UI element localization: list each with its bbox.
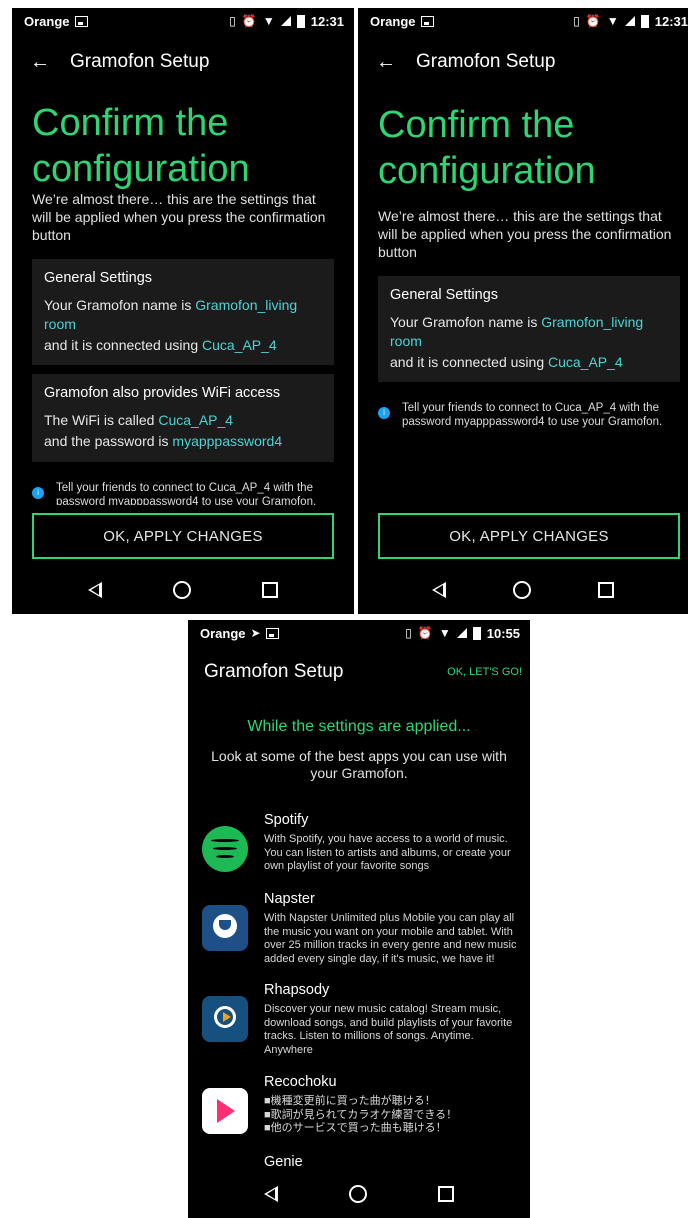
intro-text: We’re almost there… this are the setting… — [32, 191, 326, 243]
clock: 12:31 — [310, 13, 344, 29]
info-icon: i — [32, 487, 44, 499]
rhapsody-icon — [202, 996, 248, 1042]
app-name: Spotify — [264, 812, 309, 828]
settings-applied-message: While the settings are applied... — [247, 718, 471, 735]
wifi-access-card: Gramofon also provides WiFi access The W… — [32, 374, 334, 462]
app-item-spotify[interactable]: Spotify With Spotify, you have access to… — [188, 812, 530, 874]
apply-changes-button[interactable]: OK, APPLY CHANGES — [32, 513, 334, 559]
app-description: ■機種変更前に買った曲が聴ける！ ■歌詞が見られてカラオケ練習できる！ ■他のサ… — [264, 1095, 458, 1134]
vibrate-icon: ▯ — [229, 14, 236, 28]
status-bar: Orange ▯ ⏰ ▼ 12:31 — [12, 8, 354, 34]
intro-text: We’re almost there… this are the setting… — [378, 208, 672, 260]
app-title: Gramofon Setup — [204, 661, 344, 682]
napster-icon — [202, 905, 248, 951]
triangle-back-icon[interactable] — [87, 582, 102, 598]
battery-icon — [472, 626, 481, 640]
app-description: With Spotify, you have access to a world… — [264, 833, 511, 872]
app-item-recochoku[interactable]: Recochoku ■機種変更前に買った曲が聴ける！ ■歌詞が見られてカラオケ練… — [188, 1074, 530, 1136]
wifi-icon: ▼ — [262, 14, 275, 28]
carrier-label: Orange — [370, 13, 416, 29]
nav-bar — [188, 1170, 530, 1218]
tell-friends-note: i Tell your friends to connect to Cuca_A… — [378, 401, 678, 429]
square-recent-icon[interactable] — [438, 1186, 455, 1202]
status-bar: Orange ▯ ⏰ ▼ 12:31 — [358, 8, 688, 34]
circle-home-icon[interactable] — [172, 581, 191, 599]
arrow-left-icon[interactable]: ← — [376, 51, 398, 74]
lets-go-button[interactable]: OK, LET'S GO! — [447, 666, 522, 678]
nav-bar — [358, 566, 688, 614]
battery-icon — [640, 14, 649, 28]
triangle-back-icon[interactable] — [263, 1186, 278, 1202]
screen-apps: Orange ➤ ▯ ⏰ ▼ 10:55 Gramofon Setup OK, … — [188, 620, 530, 1218]
app-description: With Napster Unlimited plus Mobile you c… — [264, 912, 517, 965]
card-heading: Gramofon also provides WiFi access — [44, 385, 281, 401]
location-icon: ➤ — [250, 626, 261, 640]
battery-icon — [296, 14, 305, 28]
recochoku-icon — [202, 1088, 248, 1134]
alarm-icon: ⏰ — [417, 626, 433, 640]
image-notification-icon — [420, 15, 434, 27]
image-notification-icon — [265, 627, 279, 639]
page-title: Confirm the configuration — [32, 102, 250, 190]
status-bar: Orange ➤ ▯ ⏰ ▼ 10:55 — [188, 620, 530, 646]
app-name: Napster — [264, 891, 315, 907]
alarm-icon: ⏰ — [585, 14, 601, 28]
card-heading: General Settings — [390, 287, 499, 303]
tell-friends-note: i Tell your friends to connect to Cuca_A… — [32, 481, 332, 505]
circle-home-icon[interactable] — [512, 581, 531, 599]
app-description: Discover your new music catalog! Stream … — [264, 1003, 513, 1056]
network-value: Cuca_AP_4 — [548, 354, 623, 370]
signal-icon — [624, 16, 635, 26]
spotify-icon — [202, 826, 248, 872]
app-name: Genie — [264, 1154, 303, 1170]
signal-icon — [280, 16, 291, 26]
image-notification-icon — [74, 15, 88, 27]
alarm-icon: ⏰ — [241, 14, 257, 28]
carrier-label: Orange — [24, 13, 70, 29]
carrier-label: Orange — [200, 625, 246, 641]
nav-bar — [12, 566, 354, 614]
network-value: Cuca_AP_4 — [202, 337, 277, 353]
square-recent-icon[interactable] — [598, 582, 615, 598]
square-recent-icon[interactable] — [262, 582, 279, 598]
arrow-left-icon[interactable]: ← — [30, 51, 52, 74]
clock: 10:55 — [486, 625, 520, 641]
general-settings-card: General Settings Your Gramofon name is G… — [32, 259, 334, 365]
app-title: Gramofon Setup — [70, 51, 210, 72]
app-title: Gramofon Setup — [416, 51, 556, 72]
app-name: Recochoku — [264, 1074, 337, 1090]
triangle-back-icon[interactable] — [431, 582, 446, 598]
screen-confirm-scrolled: Orange ▯ ⏰ ▼ 12:31 ← Gramofon Setup Conf… — [12, 8, 354, 614]
vibrate-icon: ▯ — [573, 14, 580, 28]
wifi-icon: ▼ — [606, 14, 619, 28]
screen-confirm: Orange ▯ ⏰ ▼ 12:31 ← Gramofon Setup Conf… — [358, 8, 688, 614]
app-name: Rhapsody — [264, 982, 330, 998]
app-item-rhapsody[interactable]: Rhapsody Discover your new music catalog… — [188, 982, 530, 1057]
card-heading: General Settings — [44, 270, 153, 286]
general-settings-card: General Settings Your Gramofon name is G… — [378, 276, 680, 382]
apps-intro-text: Look at some of the best apps you can us… — [211, 748, 507, 781]
wifi-icon: ▼ — [438, 626, 451, 640]
clock: 12:31 — [654, 13, 688, 29]
vibrate-icon: ▯ — [405, 626, 412, 640]
app-bar: ← Gramofon Setup — [12, 42, 354, 82]
info-icon: i — [378, 407, 390, 419]
app-bar: ← Gramofon Setup — [358, 42, 688, 82]
apply-changes-button[interactable]: OK, APPLY CHANGES — [378, 513, 680, 559]
page-title: Confirm the configuration — [378, 104, 596, 192]
wifi-password-value: myapppassword4 — [172, 433, 283, 449]
circle-home-icon[interactable] — [348, 1185, 367, 1203]
signal-icon — [456, 628, 467, 638]
wifi-name-value: Cuca_AP_4 — [158, 412, 234, 428]
app-bar: Gramofon Setup OK, LET'S GO! — [188, 654, 530, 690]
app-item-napster[interactable]: Napster With Napster Unlimited plus Mobi… — [188, 891, 530, 966]
